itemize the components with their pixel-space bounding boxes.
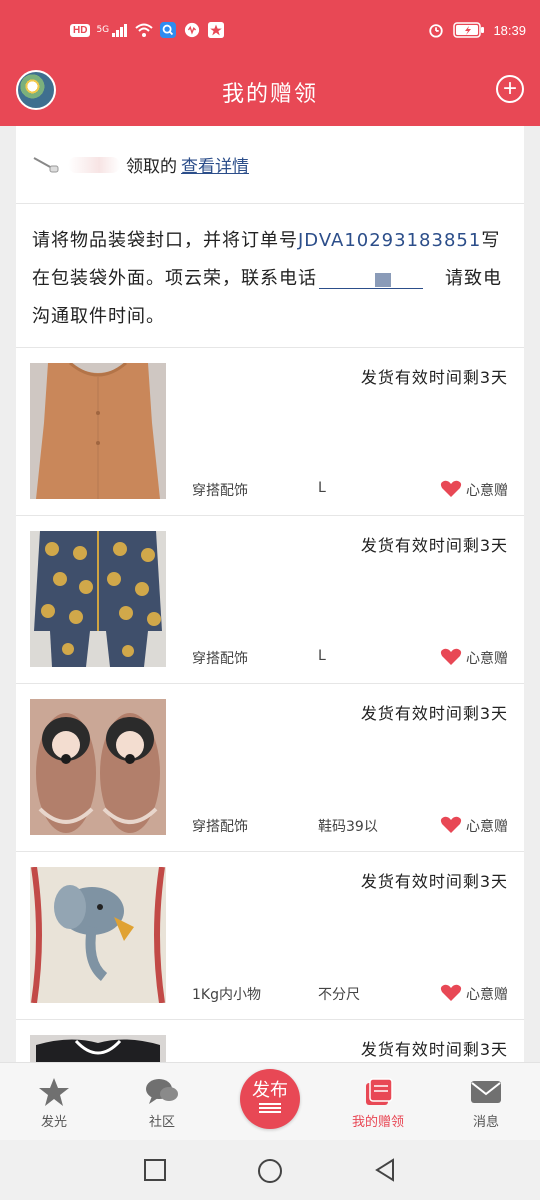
battery-icon <box>453 22 485 38</box>
item-photo <box>30 699 166 835</box>
signal-icon <box>112 24 128 37</box>
nav-my-gifts-label: 我的赠领 <box>351 1115 404 1130</box>
toothbrush-icon <box>33 156 59 172</box>
publish-label: 发布 <box>252 1080 288 1101</box>
nav-faguang[interactable]: 发光 <box>14 1077 94 1130</box>
recent-apps-icon[interactable] <box>143 1158 167 1182</box>
item-category: 穿搭配饰 <box>192 483 248 499</box>
notice-before: 请将物品装袋封口，并将订单号 <box>32 230 298 251</box>
wish-label: 心意赠 <box>466 651 508 667</box>
star-icon <box>39 1078 69 1106</box>
bottom-nav: 发光 社区 发布 我的赠领 消息 <box>0 1062 540 1140</box>
list-item[interactable]: 发货有效时间剩3天 穿搭配饰 L 心意赠 <box>16 516 524 684</box>
wish-label: 心意赠 <box>466 987 508 1003</box>
network-label: 5G <box>96 25 110 35</box>
system-nav-bar <box>0 1140 540 1200</box>
list-item[interactable]: 发货有效时间剩3天 穿搭配饰 鞋码39以 心意赠 <box>16 684 524 852</box>
phone-blank <box>319 269 423 289</box>
item-size: 不分尺 <box>318 987 360 1003</box>
item-category: 穿搭配饰 <box>192 651 248 667</box>
item-size: L <box>318 480 326 496</box>
list-item[interactable]: 发货有效时间剩3天 1Kg内小物 不分尺 心意赠 <box>16 852 524 1020</box>
clock: 18:39 <box>493 22 526 38</box>
app-header: 我的赠领 + <box>0 62 540 126</box>
claim-text: 领取的 <box>126 157 177 177</box>
wish-label: 心意赠 <box>466 819 508 835</box>
item-size: 鞋码39以 <box>318 819 378 835</box>
plus-circle-icon: + <box>502 75 517 102</box>
nav-community[interactable]: 社区 <box>122 1077 202 1130</box>
main-content[interactable]: 领取的 查看详情 请将物品装袋封口，并将订单号JDVA10293183851写在… <box>16 126 524 1062</box>
nav-my-gifts[interactable]: 我的赠领 <box>338 1077 418 1130</box>
hd-badge: HD <box>70 23 91 37</box>
star-app-icon <box>208 22 225 38</box>
alarm-icon <box>429 24 444 38</box>
item-photo <box>30 531 166 667</box>
item-size: L <box>318 648 326 664</box>
blurred-username <box>68 156 120 173</box>
home-icon[interactable] <box>257 1158 283 1184</box>
publish-button[interactable]: 发布 <box>240 1069 300 1129</box>
heart-icon <box>440 816 462 833</box>
chat-bubbles-icon <box>146 1079 178 1104</box>
nav-community-label: 社区 <box>148 1115 175 1130</box>
page-title: 我的赠领 <box>221 82 318 107</box>
gift-book-icon <box>366 1078 393 1105</box>
status-bar: HD 5G 18:39 <box>0 0 540 62</box>
menu-lines-icon <box>259 1103 281 1113</box>
status-left: HD 5G <box>70 22 225 38</box>
heart-icon <box>440 984 462 1001</box>
ship-deadline: 发货有效时间剩3天 <box>360 368 508 387</box>
ship-deadline: 发货有效时间剩3天 <box>360 536 508 555</box>
wifi-icon <box>135 23 153 37</box>
ship-deadline: 发货有效时间剩3天 <box>360 1040 508 1059</box>
status-right: 18:39 <box>427 22 526 38</box>
search-app-icon <box>160 22 177 38</box>
nav-faguang-label: 发光 <box>40 1115 67 1130</box>
view-details-link[interactable]: 查看详情 <box>181 152 249 177</box>
list-item[interactable]: 发货有效时间剩3天 穿搭配饰 L 心意赠 <box>16 348 524 516</box>
item-photo <box>30 363 166 499</box>
item-photo <box>30 867 166 1003</box>
add-button[interactable]: + <box>496 75 524 103</box>
back-icon[interactable] <box>373 1158 397 1182</box>
shipping-notice: 请将物品装袋封口，并将订单号JDVA10293183851写在包装袋外面。项云荣… <box>16 204 524 348</box>
claim-info-row: 领取的 查看详情 <box>16 126 524 204</box>
item-photo <box>30 1035 166 1062</box>
ship-deadline: 发货有效时间剩3天 <box>360 704 508 723</box>
item-category: 1Kg内小物 <box>192 987 261 1003</box>
nav-messages-label: 消息 <box>472 1115 499 1130</box>
order-number: JDVA10293183851 <box>298 230 482 251</box>
nav-messages[interactable]: 消息 <box>446 1077 526 1130</box>
mail-icon <box>471 1081 501 1103</box>
list-item[interactable]: 发货有效时间剩3天 <box>16 1020 524 1062</box>
item-category: 穿搭配饰 <box>192 819 248 835</box>
heart-icon <box>440 480 462 497</box>
audio-app-icon <box>185 22 200 38</box>
wish-label: 心意赠 <box>466 483 508 499</box>
ship-deadline: 发货有效时间剩3天 <box>360 872 508 891</box>
heart-icon <box>440 648 462 665</box>
